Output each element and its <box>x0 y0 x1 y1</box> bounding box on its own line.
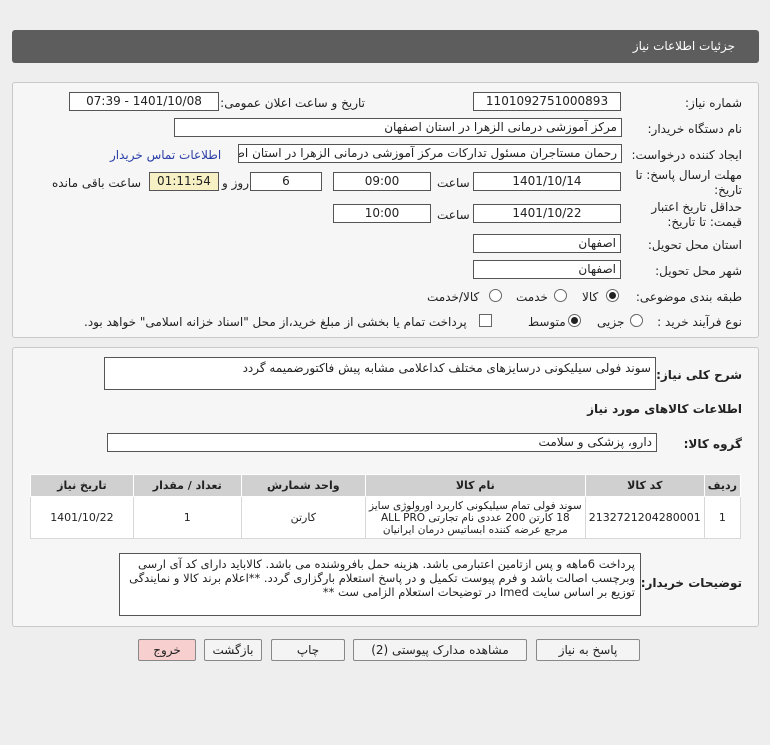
print-button[interactable]: چاپ <box>271 639 345 661</box>
col-header-row-number: ردیف <box>703 474 742 497</box>
cell-goods-code: 2132721204280001 <box>584 496 705 539</box>
cell-unit: کارتن <box>240 496 366 539</box>
back-button[interactable]: بازگشت <box>204 639 262 661</box>
buyer-field: مرکز آموزشی درمانی الزهرا در استان اصفها… <box>174 118 622 137</box>
category-label: طبقه بندی موضوعی: <box>635 290 742 304</box>
col-header-goods-name: نام کالا <box>364 474 586 497</box>
validity-label-2: قیمت: تا تاریخ: <box>667 215 742 229</box>
view-attachments-button[interactable]: مشاهده مدارک پیوستی (2) <box>353 639 527 661</box>
exit-button[interactable]: خروج <box>138 639 196 661</box>
city-label: شهر محل تحویل: <box>655 264 742 278</box>
creator-label: ایجاد کننده درخواست: <box>631 148 742 162</box>
cell-quantity: 1 <box>132 496 242 539</box>
category-radio-goods-service[interactable] <box>489 289 502 302</box>
announce-label: تاریخ و ساعت اعلان عمومی: <box>220 96 365 110</box>
category-option-goods-service: کالا/خدمت <box>427 290 480 304</box>
remaining-time-field: 01:11:54 <box>149 172 219 191</box>
province-field: اصفهان <box>473 234 621 253</box>
purchase-option-medium: متوسط <box>528 315 566 329</box>
purchase-type-label: نوع فرآیند خرید : <box>657 315 742 329</box>
creator-field: رحمان مستاجران مسئول تدارکات مرکز آموزشی… <box>238 144 622 163</box>
page-title-bar: جزئیات اطلاعات نیاز <box>12 30 759 63</box>
page-title: جزئیات اطلاعات نیاز <box>632 39 735 53</box>
contact-buyer-link[interactable]: اطلاعات تماس خریدار <box>110 148 221 162</box>
city-field: اصفهان <box>473 260 621 279</box>
deadline-label-1: مهلت ارسال پاسخ: تا <box>635 168 742 182</box>
purchase-option-minor: جزیی <box>597 315 625 329</box>
buyer-notes-text: پرداخت 6ماهه و پس ازتامین اعتبارمی باشد.… <box>129 557 635 599</box>
announce-field: 1401/10/08 - 07:39 <box>69 92 219 111</box>
validity-date-field: 1401/10/22 <box>473 204 621 223</box>
deadline-label-2: تاریخ: <box>714 183 742 197</box>
province-label: استان محل تحویل: <box>647 238 742 252</box>
need-number-field: 1101092751000893 <box>473 92 621 111</box>
category-option-goods: کالا <box>582 290 599 304</box>
treasury-payment-checkbox[interactable] <box>479 314 492 327</box>
cell-row-number: 1 <box>703 496 742 539</box>
purchase-radio-medium[interactable] <box>568 314 581 327</box>
goods-table: ردیف کد کالا نام کالا واحد شمارش تعداد /… <box>30 474 742 539</box>
col-header-quantity: تعداد / مقدار <box>132 474 242 497</box>
deadline-date-field: 1401/10/14 <box>473 172 621 191</box>
category-radio-goods[interactable] <box>606 289 619 302</box>
goods-info-title: اطلاعات کالاهای مورد نیاز <box>587 402 742 416</box>
summary-label: شرح کلی نیاز: <box>656 368 742 382</box>
table-header-row: ردیف کد کالا نام کالا واحد شمارش تعداد /… <box>30 474 742 497</box>
remaining-label: ساعت باقی مانده <box>52 176 142 190</box>
treasury-payment-note: پرداخت تمام یا بخشی از مبلغ خرید،از محل … <box>84 315 467 329</box>
deadline-time-label: ساعت <box>437 176 470 190</box>
goods-group-field: دارو، پزشکی و سلامت <box>107 433 657 452</box>
col-header-unit: واحد شمارش <box>240 474 366 497</box>
validity-time-field: 10:00 <box>333 204 431 223</box>
purchase-radio-minor[interactable] <box>630 314 643 327</box>
category-option-service: خدمت <box>516 290 548 304</box>
summary-field: سوند فولی سیلیکونی درسایزهای مختلف کداعل… <box>104 357 656 390</box>
col-header-goods-code: کد کالا <box>584 474 705 497</box>
validity-time-label: ساعت <box>437 208 470 222</box>
buyer-notes-field: پرداخت 6ماهه و پس ازتامین اعتبارمی باشد.… <box>119 553 641 616</box>
goods-group-label: گروه کالا: <box>683 437 742 451</box>
buyer-notes-label: توضیحات خریدار: <box>640 576 742 590</box>
deadline-time-field: 09:00 <box>333 172 431 191</box>
category-radio-service[interactable] <box>554 289 567 302</box>
days-label: روز و <box>222 176 249 190</box>
need-number-label: شماره نیاز: <box>685 96 742 110</box>
validity-label-1: حداقل تاریخ اعتبار <box>651 200 742 214</box>
col-header-need-date: تاریخ نیاز <box>30 474 134 497</box>
cell-goods-name: سوند فولی تمام سیلیکونی کاربرد اورولوژی … <box>364 496 586 539</box>
reply-button[interactable]: پاسخ به نیاز <box>536 639 640 661</box>
cell-need-date: 1401/10/22 <box>30 496 134 539</box>
buyer-label: نام دستگاه خریدار: <box>647 122 743 136</box>
days-field: 6 <box>250 172 322 191</box>
table-row: 1 2132721204280001 سوند فولی تمام سیلیکو… <box>30 496 742 539</box>
